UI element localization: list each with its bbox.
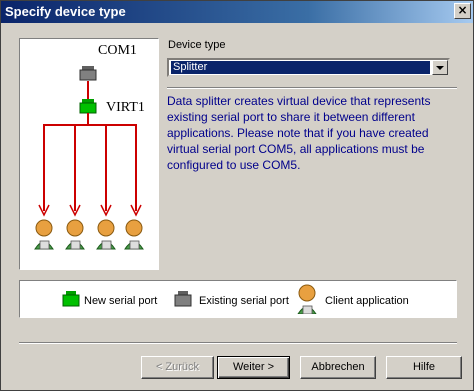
virtual-port-label: VIRT1: [106, 100, 145, 115]
device-type-description: Data splitter creates virtual device tha…: [167, 94, 431, 172]
device-type-select[interactable]: Splitter: [167, 58, 450, 77]
title-bar[interactable]: Specify device type ×: [1, 1, 473, 23]
chevron-down-icon[interactable]: [432, 60, 448, 75]
client-icon-1: [34, 219, 54, 250]
arrow-4: [130, 125, 142, 217]
button-divider: [19, 342, 457, 344]
new-port-icon: [79, 99, 97, 114]
close-icon: ×: [457, 3, 468, 17]
client-icon-2: [65, 219, 85, 250]
close-button[interactable]: ×: [454, 3, 471, 19]
source-port-label: COM1: [98, 43, 137, 58]
legend-existing-port: Existing serial port: [199, 295, 289, 307]
device-type-selected-value: Splitter: [171, 61, 430, 74]
client-icon-4: [124, 219, 144, 250]
window-title: Specify device type: [5, 4, 126, 19]
arrow-1: [38, 125, 50, 217]
client-icon-3: [96, 219, 116, 250]
help-button[interactable]: Hilfe: [386, 356, 462, 379]
device-type-label: Device type: [168, 39, 226, 51]
legend-client-app: Client application: [325, 295, 409, 307]
diagram-graphic: [34, 66, 144, 250]
description-separator: [167, 87, 457, 89]
next-button[interactable]: Weiter >: [217, 356, 290, 379]
arrow-3: [100, 125, 112, 217]
cancel-button[interactable]: Abbrechen: [300, 356, 376, 379]
existing-port-icon: [79, 66, 97, 81]
legend-new-port: New serial port: [84, 295, 158, 307]
dialog-window: Specify device type × COM1 VIRT1 Device …: [0, 0, 474, 391]
new-port-legend-icon: [62, 291, 80, 307]
back-button[interactable]: < Zurück: [141, 356, 214, 379]
legend-panel: New serial port Existing serial port Cli…: [19, 280, 457, 318]
existing-port-legend-icon: [174, 291, 192, 307]
client-legend-icon: [297, 284, 317, 314]
device-diagram: COM1 VIRT1: [19, 38, 159, 270]
arrow-2: [69, 125, 81, 217]
